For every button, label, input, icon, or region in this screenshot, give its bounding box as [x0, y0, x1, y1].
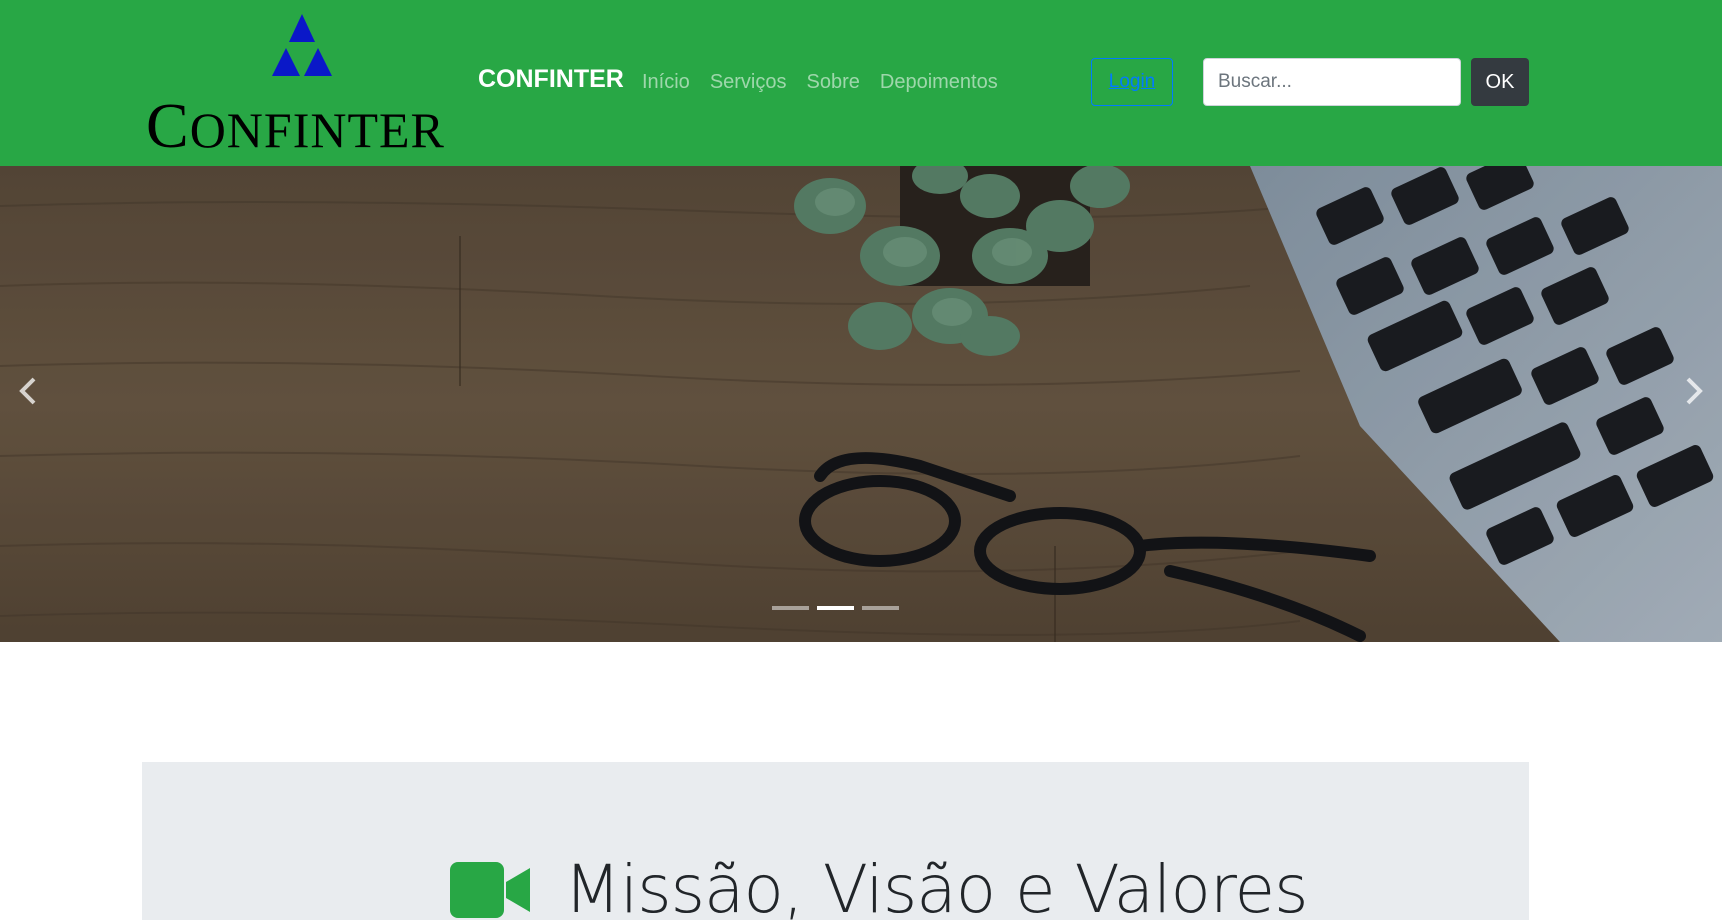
nav-menu: Início Serviços Sobre Depoimentos	[642, 69, 998, 95]
carousel-prev-control[interactable]	[8, 371, 48, 411]
carousel-indicators	[772, 606, 899, 610]
logo-wordmark: CONFINTER	[146, 90, 445, 161]
search-ok-button[interactable]: OK	[1471, 58, 1529, 106]
section-heading: Missão, Visão e Valores	[450, 850, 1309, 920]
carousel-next-control[interactable]	[1674, 371, 1714, 411]
search-input[interactable]	[1203, 58, 1461, 106]
carousel-slide-image	[0, 166, 1722, 642]
carousel-indicator[interactable]	[772, 606, 809, 610]
login-button[interactable]: Login	[1091, 58, 1173, 106]
navbar-brand[interactable]: CONFINTER	[478, 64, 624, 94]
triforce-logo-icon	[272, 14, 332, 76]
hero-carousel	[0, 166, 1722, 642]
carousel-indicator-active[interactable]	[817, 606, 854, 610]
chevron-left-icon	[19, 377, 36, 405]
top-navbar: CONFINTER CONFINTER Início Serviços Sobr…	[0, 0, 1722, 166]
carousel-indicator[interactable]	[862, 606, 899, 610]
nav-link-depoimentos[interactable]: Depoimentos	[880, 69, 998, 95]
nav-link-inicio[interactable]: Início	[642, 69, 690, 95]
video-camera-icon	[450, 862, 530, 918]
section-title: Missão, Visão e Valores	[564, 851, 1309, 920]
company-logo[interactable]: CONFINTER	[146, 12, 456, 158]
nav-link-sobre[interactable]: Sobre	[807, 69, 860, 95]
nav-link-servicos[interactable]: Serviços	[710, 69, 787, 95]
mission-section: Missão, Visão e Valores	[142, 762, 1529, 920]
chevron-right-icon	[1686, 377, 1703, 405]
